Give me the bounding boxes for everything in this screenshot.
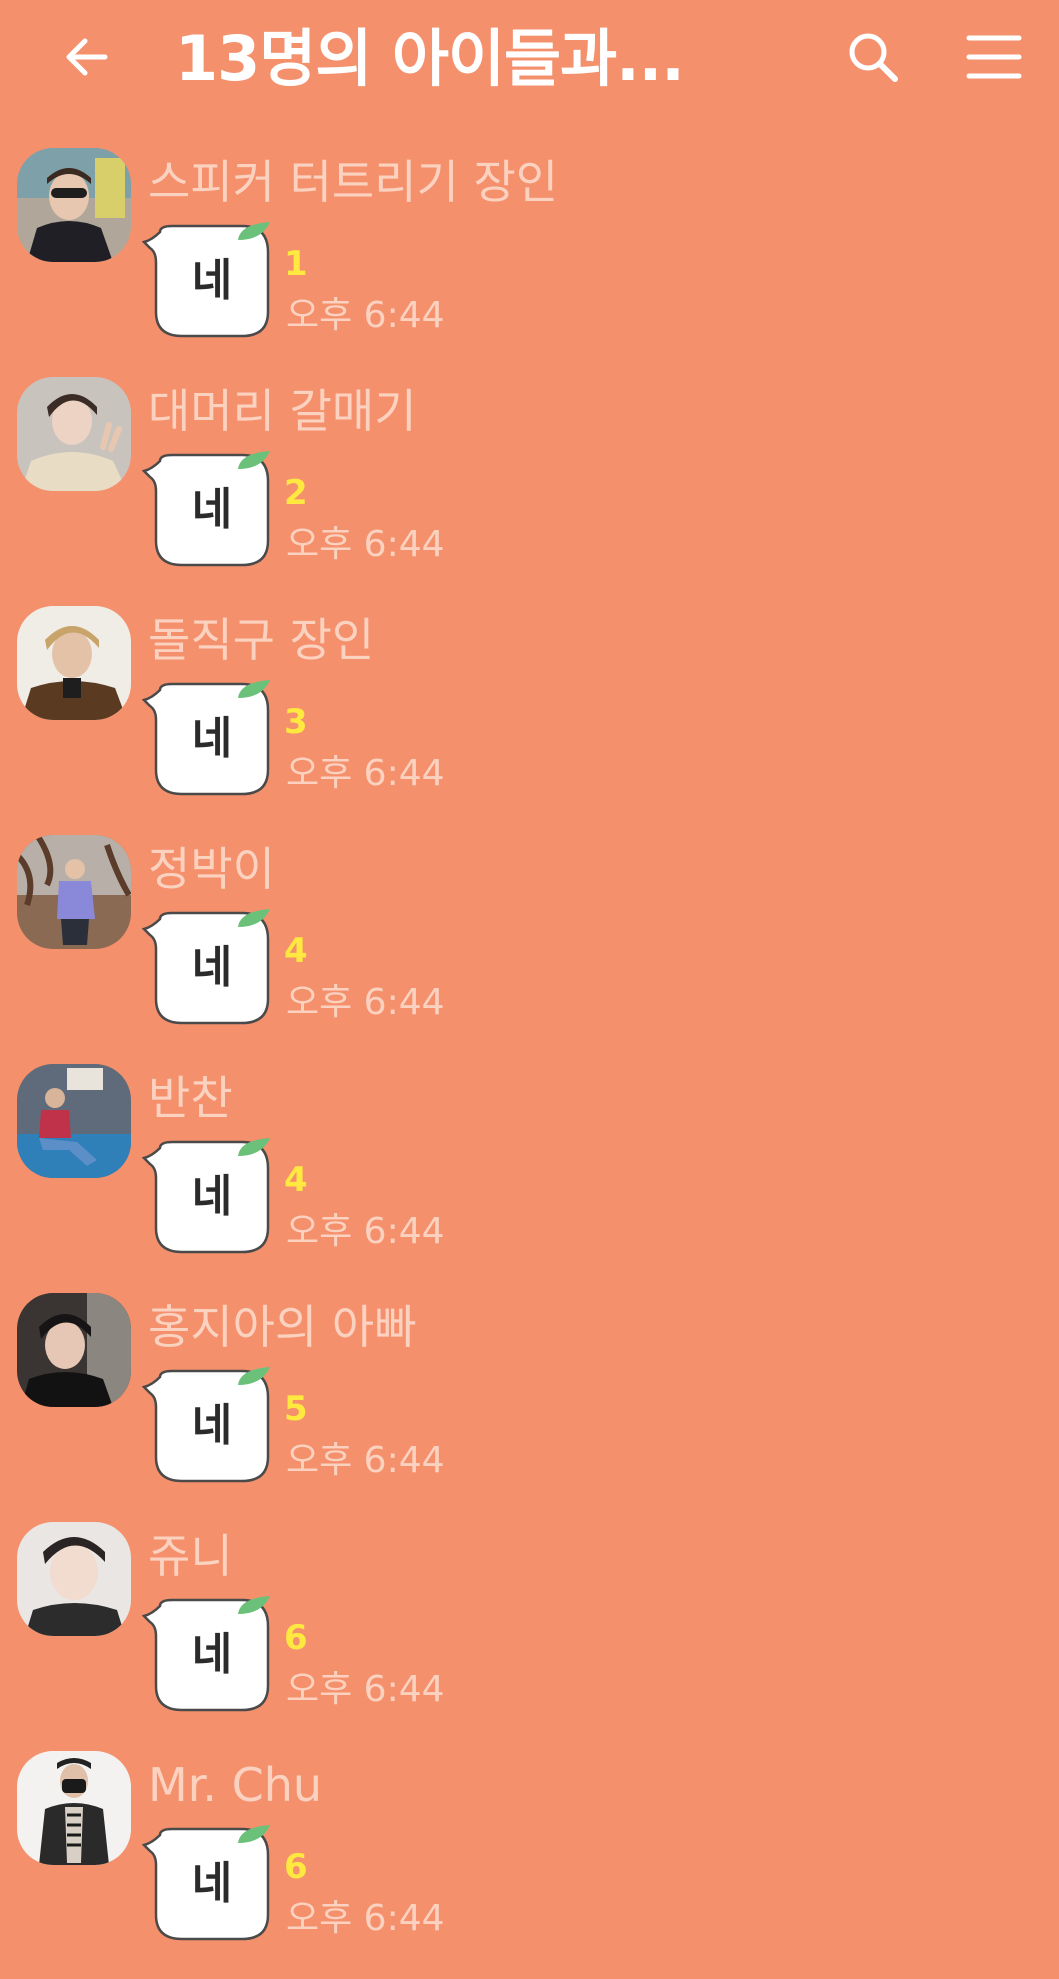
avatar[interactable] <box>17 606 131 720</box>
unread-count: 2 <box>284 473 308 513</box>
message-row: 정박이 네 4 오후 6:44 <box>0 835 1059 1063</box>
message-text: 네 <box>191 1858 233 1909</box>
unread-count: 3 <box>284 702 308 742</box>
avatar[interactable] <box>17 1064 131 1178</box>
message-text: 네 <box>191 484 233 535</box>
back-button[interactable] <box>52 22 122 92</box>
message-text: 네 <box>191 1171 233 1222</box>
message-text: 네 <box>191 1400 233 1451</box>
unread-count: 4 <box>284 1160 308 1200</box>
avatar[interactable] <box>17 1293 131 1407</box>
unread-count: 6 <box>284 1847 308 1887</box>
message-row: 반찬 네 4 오후 6:44 <box>0 1064 1059 1292</box>
message-bubble[interactable]: 네 <box>142 451 272 569</box>
chat-header: 13명의 아이들과... <box>0 0 1059 118</box>
message-text: 네 <box>191 713 233 764</box>
sender-name: 반찬 <box>148 1071 233 1125</box>
message-bubble[interactable]: 네 <box>142 1138 272 1256</box>
avatar[interactable] <box>17 835 131 949</box>
message-bubble[interactable]: 네 <box>142 1596 272 1714</box>
message-bubble[interactable]: 네 <box>142 1825 272 1943</box>
unread-count: 6 <box>284 1618 308 1658</box>
sender-name: 대머리 갈매기 <box>148 384 417 438</box>
message-bubble[interactable]: 네 <box>142 909 272 1027</box>
message-bubble[interactable]: 네 <box>142 1367 272 1485</box>
message-row: 홍지아의 아빠 네 5 오후 6:44 <box>0 1293 1059 1521</box>
search-icon <box>849 33 898 82</box>
search-button[interactable] <box>838 22 908 92</box>
sender-name: 정박이 <box>148 842 275 896</box>
message-bubble[interactable]: 네 <box>142 222 272 340</box>
message-time: 오후 6:44 <box>286 982 445 1023</box>
avatar[interactable] <box>17 1522 131 1636</box>
avatar[interactable] <box>17 148 131 262</box>
message-time: 오후 6:44 <box>286 1440 445 1481</box>
message-time: 오후 6:44 <box>286 753 445 794</box>
message-time: 오후 6:44 <box>286 1211 445 1252</box>
avatar[interactable] <box>17 377 131 491</box>
menu-button[interactable] <box>958 22 1030 92</box>
message-text: 네 <box>191 942 233 993</box>
unread-count: 1 <box>284 244 308 284</box>
message-text: 네 <box>191 255 233 306</box>
sender-name: 쥬니 <box>148 1529 233 1583</box>
chat-title: 13명의 아이들과... <box>175 22 685 95</box>
sender-name: 홍지아의 아빠 <box>148 1300 417 1354</box>
unread-count: 5 <box>284 1389 308 1429</box>
message-row: 대머리 갈매기 네 2 오후 6:44 <box>0 377 1059 605</box>
message-time: 오후 6:44 <box>286 1669 445 1710</box>
message-time: 오후 6:44 <box>286 524 445 565</box>
message-row: 돌직구 장인 네 3 오후 6:44 <box>0 606 1059 834</box>
sender-name: Mr. Chu <box>148 1758 323 1812</box>
sender-name: 스피커 터트리기 장인 <box>148 155 559 209</box>
message-time: 오후 6:44 <box>286 295 445 336</box>
avatar[interactable] <box>17 1751 131 1865</box>
arrow-left-icon <box>66 38 108 76</box>
message-row: 쥬니 네 6 오후 6:44 <box>0 1522 1059 1750</box>
message-row: 스피커 터트리기 장인 네 1 오후 6:44 <box>0 148 1059 376</box>
unread-count: 4 <box>284 931 308 971</box>
hamburger-menu-icon <box>966 35 1022 79</box>
message-time: 오후 6:44 <box>286 1898 445 1939</box>
message-bubble[interactable]: 네 <box>142 680 272 798</box>
sender-name: 돌직구 장인 <box>148 613 375 667</box>
message-text: 네 <box>191 1629 233 1680</box>
message-row: Mr. Chu 네 6 오후 6:44 <box>0 1751 1059 1979</box>
